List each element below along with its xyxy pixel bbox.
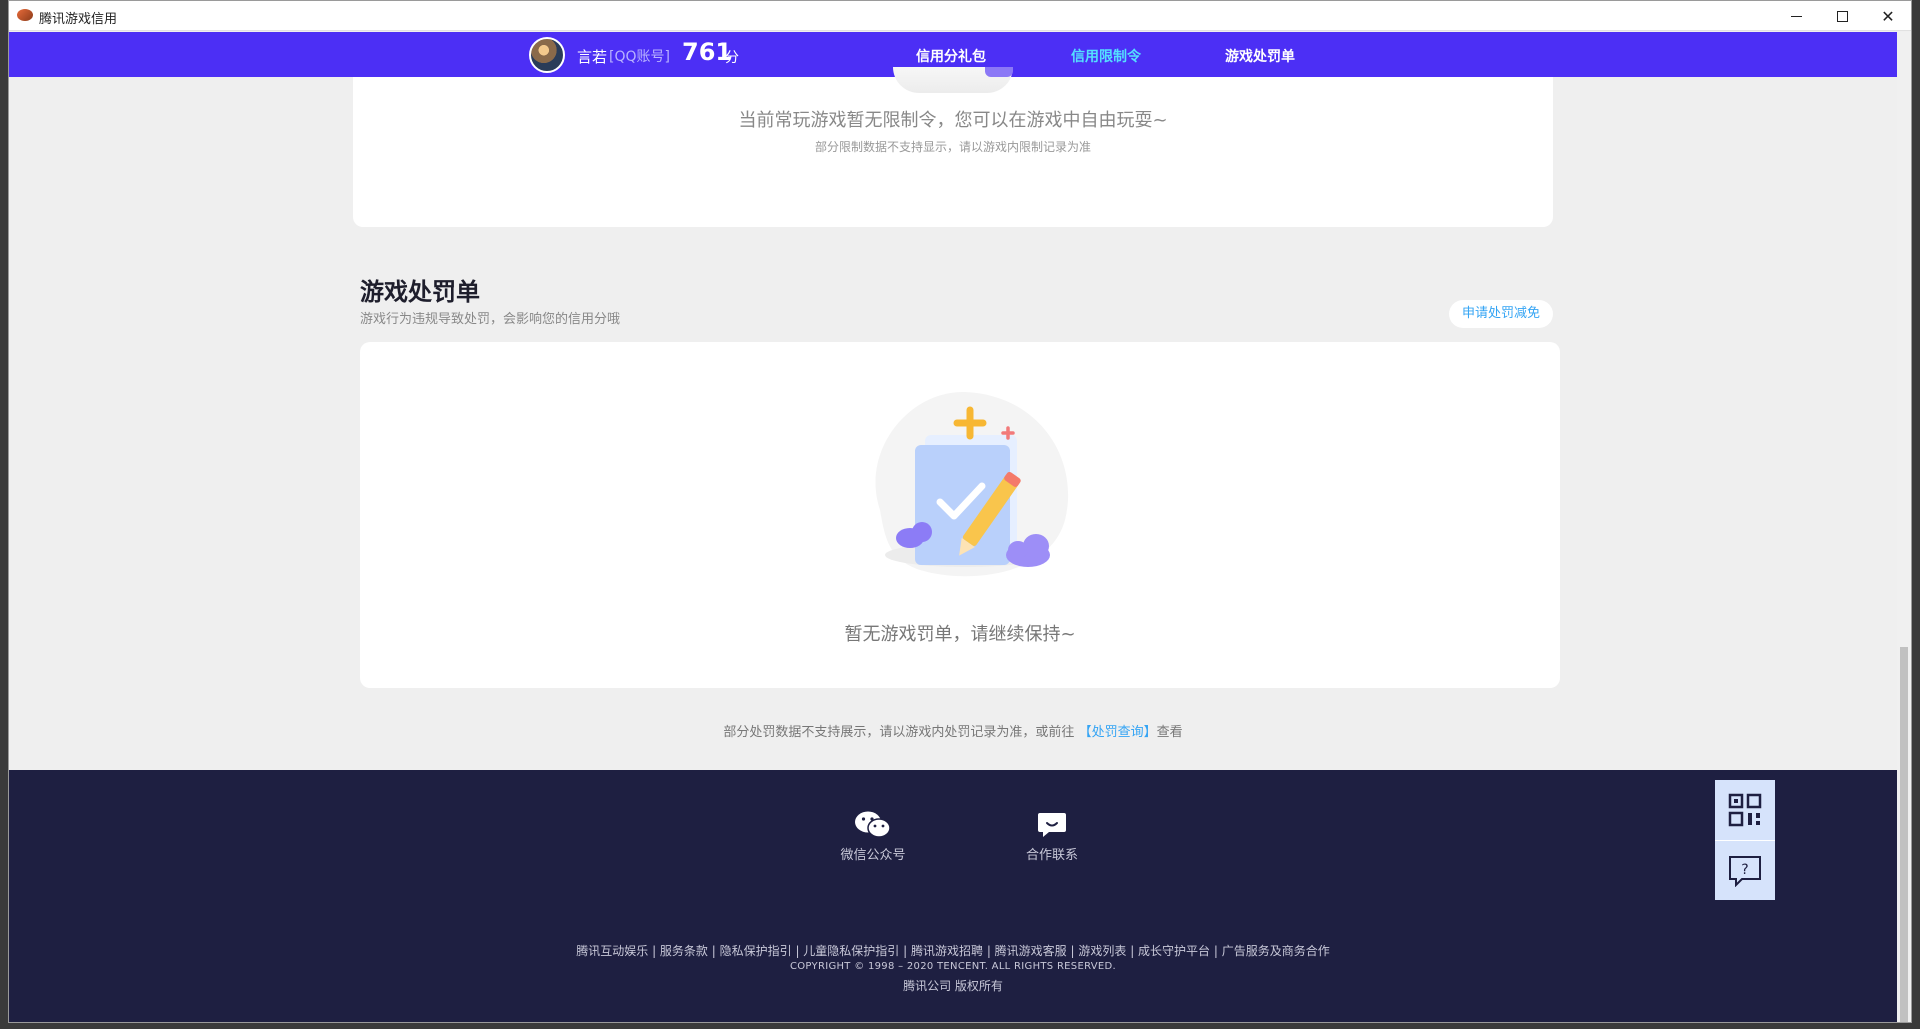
penalty-section-title: 游戏处罚单: [360, 278, 480, 306]
svg-text:?: ?: [1741, 862, 1748, 878]
tab-credit-restriction[interactable]: 信用限制令: [1071, 46, 1141, 80]
penalty-card: 暂无游戏罚单，请继续保持~: [360, 342, 1560, 688]
username: 言若: [577, 48, 608, 66]
app-icon: [17, 9, 33, 21]
copyright: COPYRIGHT © 1998 – 2020 TENCENT. ALL RIG…: [789, 961, 1117, 972]
app-window: 腾讯游戏信用 ✕ 言若 [QQ账号] 761 分 信用分礼包 信用限制令 游戏处…: [8, 0, 1912, 1023]
footer-link[interactable]: 隐私保护指引: [720, 944, 792, 958]
qr-code-button[interactable]: [1715, 780, 1775, 840]
contact-link[interactable]: 合作联系: [1002, 810, 1102, 863]
penalty-query-link[interactable]: 【处罚查询】: [1079, 725, 1157, 740]
footer-link[interactable]: 游戏列表: [1078, 944, 1126, 958]
footer-note-text: 部分处罚数据不支持展示，请以游戏内处罚记录为准，或前往: [723, 725, 1075, 740]
penalty-section-subtitle: 游戏行为违规导致处罚，会影响您的信用分哦: [360, 312, 621, 327]
restriction-note: 部分限制数据不支持显示，请以游戏内限制记录为准: [814, 140, 1091, 154]
close-icon[interactable]: ✕: [1865, 1, 1911, 31]
tab-game-penalty[interactable]: 游戏处罚单: [1225, 46, 1295, 66]
title-bar: 腾讯游戏信用 ✕: [9, 1, 1911, 31]
help-button[interactable]: ?: [1715, 840, 1775, 900]
footer-link[interactable]: 广告服务及商务合作: [1222, 944, 1330, 958]
footer-link[interactable]: 腾讯游戏招聘: [911, 944, 983, 958]
restriction-message: 当前常玩游戏暂无限制令，您可以在游戏中自由玩耍~: [738, 110, 1168, 131]
chat-icon: [1038, 813, 1066, 837]
apply-penalty-reduction-button[interactable]: 申请处罚减免: [1449, 300, 1554, 328]
wechat-label: 微信公众号: [840, 848, 906, 863]
footer-link[interactable]: 腾讯互动娱乐: [576, 944, 648, 958]
footer-link[interactable]: 腾讯游戏客服: [995, 944, 1067, 958]
footer-note-suffix: 查看: [1156, 725, 1183, 740]
page-footer: 微信公众号 合作联系 腾讯互动娱乐 | 服务条款 | 隐私保护指引 | 儿童隐私…: [9, 770, 1897, 1022]
empty-illustration: [875, 391, 1069, 577]
contact-label: 合作联系: [1025, 848, 1078, 863]
footer-link[interactable]: 服务条款: [660, 944, 708, 958]
window-title: 腾讯游戏信用: [39, 12, 118, 27]
avatar[interactable]: [529, 37, 565, 73]
empty-penalty-message: 暂无游戏罚单，请继续保持~: [844, 624, 1076, 645]
footer-links: 腾讯互动娱乐 | 服务条款 | 隐私保护指引 | 儿童隐私保护指引 | 腾讯游戏…: [576, 944, 1330, 958]
footer-link[interactable]: 成长守护平台: [1138, 944, 1210, 958]
vertical-scrollbar[interactable]: [1897, 32, 1911, 1022]
footer-link[interactable]: 儿童隐私保护指引: [803, 944, 899, 958]
qr-code-icon: [1728, 793, 1762, 827]
side-toolbar: ?: [1715, 780, 1775, 900]
wechat-link[interactable]: 微信公众号: [823, 810, 923, 863]
penalty-footer-note: 部分处罚数据不支持展示，请以游戏内处罚记录为准，或前往 【处罚查询】查看: [9, 721, 1897, 740]
maximize-icon[interactable]: [1819, 1, 1865, 31]
restriction-card: 当前常玩游戏暂无限制令，您可以在游戏中自由玩耍~ 部分限制数据不支持显示，请以游…: [353, 67, 1553, 227]
scrollbar-thumb[interactable]: [1900, 647, 1908, 1022]
account-type: [QQ账号]: [609, 49, 670, 65]
score-unit: 分: [725, 50, 739, 66]
minimize-icon[interactable]: [1773, 1, 1819, 31]
help-icon: ?: [1729, 855, 1761, 887]
wechat-icon: [855, 811, 891, 838]
empty-illustration-top: [893, 67, 1013, 97]
tab-credit-gift[interactable]: 信用分礼包: [916, 46, 986, 66]
rights-text: 腾讯公司 版权所有: [903, 979, 1003, 993]
